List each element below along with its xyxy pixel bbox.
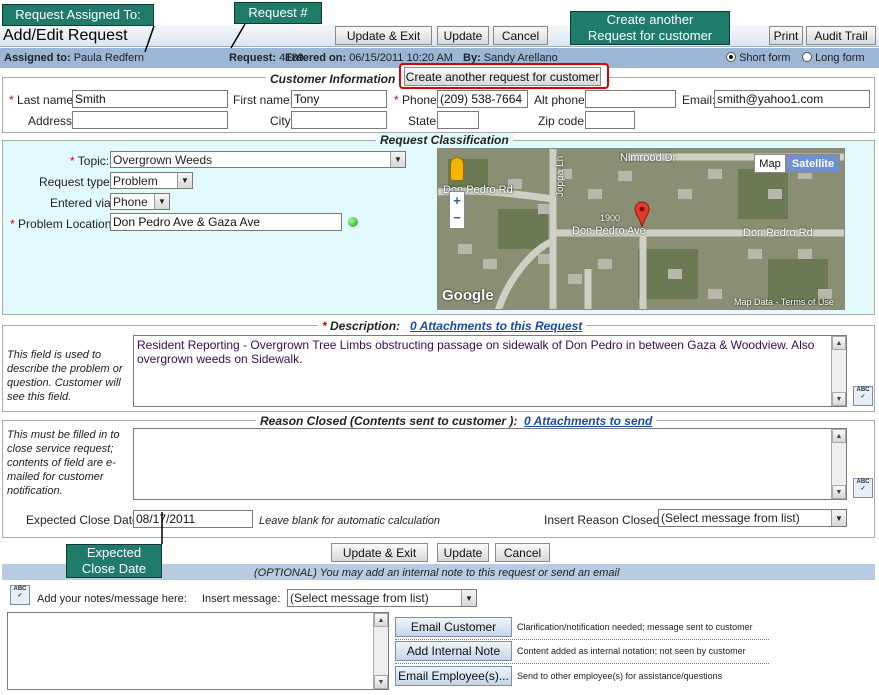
request-type-select[interactable]: Problem ▼ [110, 172, 193, 189]
bottom-cancel-button[interactable]: Cancel [495, 543, 550, 562]
address-field[interactable] [72, 111, 228, 129]
long-form-radio[interactable]: Long form [802, 52, 865, 64]
location-status-indicator [348, 217, 358, 227]
entered-via-select[interactable]: Phone ▼ [110, 193, 170, 210]
divider [395, 663, 769, 664]
description-scrollbar[interactable]: ▲ ▼ [831, 336, 846, 406]
zoom-in-icon[interactable]: + [450, 192, 464, 209]
optional-note-text: (OPTIONAL) You may add an internal note … [254, 567, 620, 579]
reason-textarea[interactable] [133, 428, 847, 500]
zip-field[interactable] [585, 111, 635, 129]
zoom-control[interactable]: + − [449, 191, 465, 229]
pegman-icon[interactable] [450, 157, 464, 181]
add-note-desc: Content added as internal notation; not … [517, 646, 746, 656]
cancel-button[interactable]: Cancel [493, 26, 548, 45]
phone-label: * Phone: [394, 93, 441, 107]
add-internal-note-button[interactable]: Add Internal Note [395, 641, 512, 661]
update-exit-button[interactable]: Update & Exit [335, 26, 432, 45]
phone-field[interactable]: (209) 538-7664 [437, 90, 528, 108]
description-attachments-link[interactable]: 0 Attachments to this Request [410, 319, 582, 333]
map-widget[interactable]: Nimrood Dr Don Pedro Ave Don Pedro Rd Do… [437, 148, 845, 310]
callout-create-another: Create another Request for customer [570, 11, 730, 45]
problem-location-label: * Problem Location: [10, 217, 115, 231]
topic-label: * Topic: [70, 154, 110, 168]
map-street-label: Nimrood Dr [620, 152, 677, 164]
last-name-label: * Last name: [9, 93, 77, 107]
email-customer-desc: Clarification/notification needed; messa… [517, 622, 753, 632]
notes-spellcheck-icon[interactable]: ABC ✓ [10, 585, 30, 605]
print-button[interactable]: Print [769, 26, 803, 45]
email-customer-button[interactable]: Email Customer [395, 617, 512, 637]
notes-textarea[interactable] [7, 612, 389, 690]
map-street-label: Joppa Ln [555, 155, 566, 197]
reason-spellcheck-icon[interactable]: ABC ✓ [853, 478, 873, 498]
email-employee-desc: Send to other employee(s) for assistance… [517, 671, 723, 681]
alt-phone-label: Alt phone: [534, 93, 589, 107]
reason-attachments-link[interactable]: 0 Attachments to send [524, 414, 652, 428]
first-name-field[interactable]: Tony [291, 90, 387, 108]
location-pin-icon [634, 201, 650, 227]
page-title: Add/Edit Request [3, 27, 128, 44]
audit-trail-button[interactable]: Audit Trail [806, 26, 876, 45]
description-heading: * Description: 0 Attachments to this Req… [318, 319, 587, 333]
insert-message-label: Insert message: [202, 593, 281, 605]
insert-reason-label: Insert Reason Closed: [544, 513, 663, 527]
notes-label: Add your notes/message here: [37, 593, 187, 605]
state-field[interactable] [437, 111, 479, 129]
update-button[interactable]: Update [437, 26, 489, 45]
insert-message-select[interactable]: (Select message from list) ▼ [287, 589, 477, 607]
bottom-update-button[interactable]: Update [437, 543, 489, 562]
short-form-radio[interactable]: Short form [726, 52, 790, 64]
problem-location-field[interactable]: Don Pedro Ave & Gaza Ave [110, 213, 342, 231]
map-type-satellite-button[interactable]: Satellite [786, 154, 840, 173]
callout-request-number: Request # [234, 2, 322, 24]
description-textarea[interactable]: Resident Reporting - Overgrown Tree Limb… [133, 335, 847, 407]
topic-select[interactable]: Overgrown Weeds ▼ [110, 151, 406, 168]
expected-close-date-label: Expected Close Date: [26, 513, 143, 527]
map-street-label: Don Pedro Rd [743, 227, 813, 239]
assigned-to: Assigned to: Paula Redfern [4, 52, 145, 64]
city-field[interactable] [291, 111, 387, 129]
last-name-field[interactable]: Smith [72, 90, 228, 108]
request-type-label: Request type: [39, 175, 114, 189]
map-terms-link[interactable]: Map Data - Terms of Use [734, 297, 834, 307]
divider [395, 639, 769, 640]
email-field[interactable]: smith@yahoo1.com [714, 90, 870, 108]
reason-heading: Reason Closed (Contents sent to customer… [256, 414, 657, 428]
zip-label: Zip code: [538, 114, 588, 128]
description-help-text: This field is used to describe the probl… [7, 349, 123, 403]
notes-scrollbar[interactable]: ▲ ▼ [373, 613, 388, 689]
callout-request-assigned: Request Assigned To: [2, 4, 154, 26]
email-employees-button[interactable]: Email Employee(s)... [395, 666, 512, 686]
expected-close-date-field[interactable]: 08/17/2011 [133, 510, 253, 528]
email-label: Email: [682, 93, 716, 107]
google-logo: Google [442, 287, 494, 304]
customer-heading: Customer Information [266, 72, 400, 86]
description-spellcheck-icon[interactable]: ABC ✓ [853, 386, 873, 406]
callout-expected-close: Expected Close Date [66, 544, 162, 578]
first-name-label: First name: [233, 93, 294, 107]
reason-help-text: This must be filled in to close service … [7, 429, 120, 497]
insert-reason-select[interactable]: (Select message from list) ▼ [658, 509, 847, 527]
map-street-label: 1900 [600, 213, 621, 223]
create-another-request-button[interactable]: Create another request for customer [404, 67, 601, 86]
map-type-map-button[interactable]: Map [754, 154, 786, 173]
address-label: Address: [28, 114, 76, 128]
zoom-out-icon[interactable]: − [450, 209, 464, 226]
alt-phone-field[interactable] [585, 90, 676, 108]
state-label: State: [408, 114, 440, 128]
classification-heading: Request Classification [376, 133, 513, 147]
blank-hint-text: Leave blank for automatic calculation [259, 515, 440, 527]
reason-scrollbar[interactable]: ▲ ▼ [831, 429, 846, 499]
entered-via-label: Entered via: [50, 196, 115, 210]
bottom-update-exit-button[interactable]: Update & Exit [331, 543, 428, 562]
